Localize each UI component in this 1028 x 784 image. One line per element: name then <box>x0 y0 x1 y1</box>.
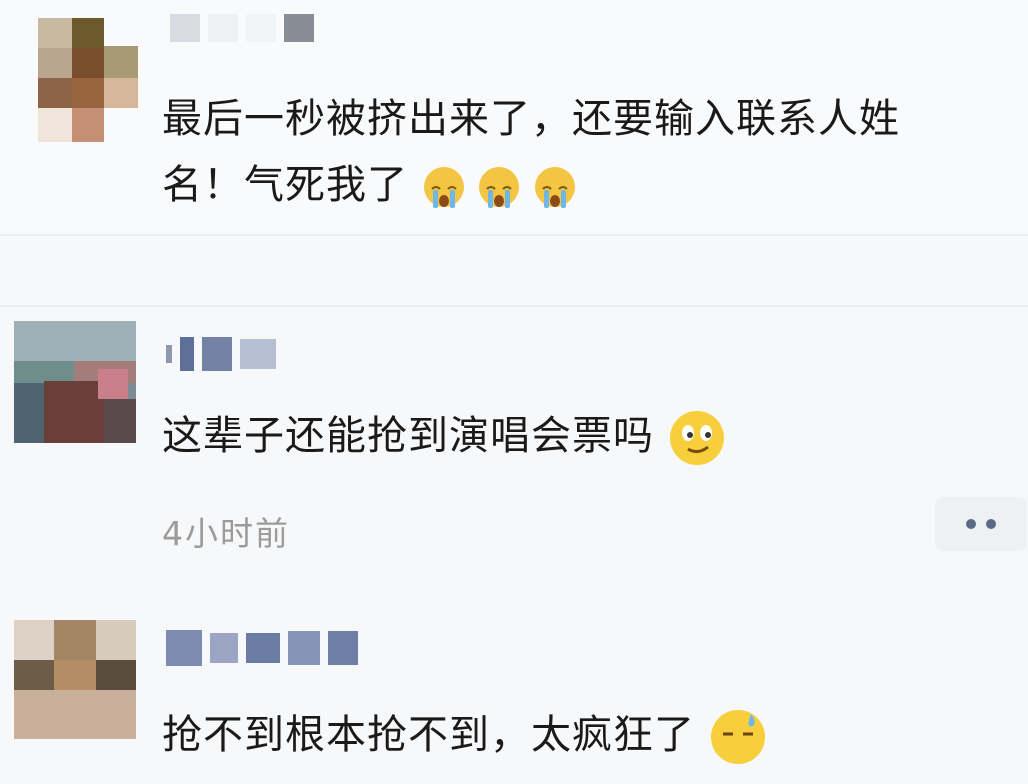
comment-item: 这辈子还能抢到演唱会票吗 4小时前 <box>0 307 1028 597</box>
dot-icon <box>986 519 996 529</box>
crying-face-icon <box>423 167 464 208</box>
avatar[interactable] <box>38 18 138 142</box>
comment-item: 抢不到根本抢不到，太疯狂了 <box>0 600 1028 764</box>
username-blurred[interactable] <box>166 337 276 371</box>
comment-text: 这辈子还能抢到演唱会票吗 <box>162 403 724 469</box>
comment-item: 最后一秒被挤出来了，还要输入联系人姓 名！气死我了 <box>0 0 1028 235</box>
crying-face-icon <box>535 167 576 208</box>
sweat-smile-icon <box>710 710 765 764</box>
divider <box>0 234 1028 236</box>
avatar[interactable] <box>14 321 136 443</box>
avatar[interactable] <box>14 620 136 739</box>
smirk-face-icon <box>669 411 724 465</box>
comment-text: 最后一秒被挤出来了，还要输入联系人姓 名！气死我了 <box>162 96 900 208</box>
dot-icon <box>966 519 976 529</box>
crying-face-icon <box>479 167 520 208</box>
username-blurred[interactable] <box>166 630 358 666</box>
comment-time: 4小时前 <box>162 514 290 553</box>
comment-text: 抢不到根本抢不到，太疯狂了 <box>162 702 765 768</box>
more-options-button[interactable] <box>935 497 1027 551</box>
username-blurred[interactable] <box>170 14 314 42</box>
